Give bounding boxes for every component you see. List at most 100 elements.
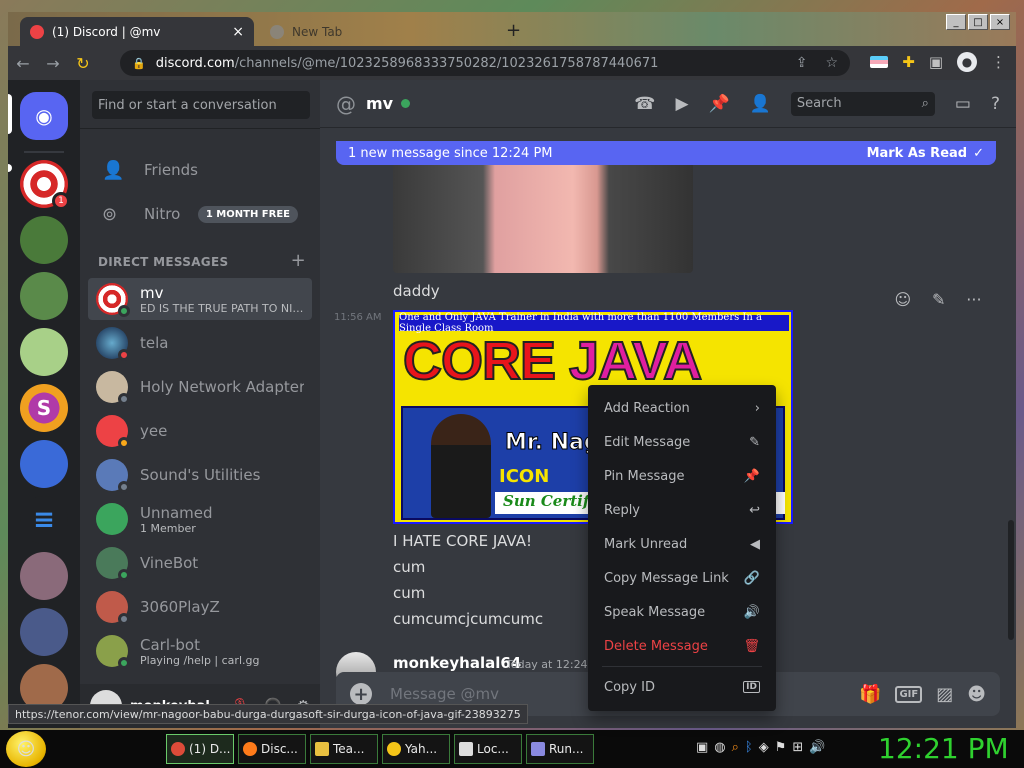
reload-icon[interactable]: ↻ bbox=[68, 54, 98, 73]
guild-icon[interactable]: S bbox=[20, 384, 68, 432]
mention-badge: 1 bbox=[52, 192, 70, 210]
task-button[interactable]: Yah... bbox=[382, 734, 450, 764]
discord-app: ◉ 1 S ≡ Find or start a conversation 👤 F… bbox=[8, 80, 1016, 728]
new-messages-bar[interactable]: 1 new message since 12:24 PM Mark As Rea… bbox=[336, 141, 996, 165]
new-tab-icon[interactable]: + bbox=[506, 20, 521, 41]
edit-icon[interactable]: ✎ bbox=[932, 290, 945, 309]
menu-item-pin-message[interactable]: Pin Message 📌 bbox=[596, 459, 768, 493]
bookmark-star-icon[interactable]: ☆ bbox=[825, 55, 838, 71]
run-icon bbox=[531, 742, 545, 756]
close-window-button[interactable]: × bbox=[990, 14, 1010, 30]
search-icon[interactable]: ⌕ bbox=[732, 740, 739, 755]
tray-app-icon[interactable]: ▣ bbox=[696, 740, 708, 755]
menu-item-copy-id[interactable]: Copy ID ID bbox=[596, 670, 768, 704]
menu-item-mark-unread[interactable]: Mark Unread ◀ bbox=[596, 527, 768, 561]
sticker-icon[interactable]: ▨ bbox=[936, 684, 953, 705]
video-call-icon[interactable]: ▶ bbox=[675, 94, 688, 114]
create-dm-icon[interactable]: + bbox=[291, 250, 306, 271]
share-icon[interactable]: ⇪ bbox=[796, 55, 808, 71]
dm-item[interactable]: Unnamed 1 Member bbox=[88, 498, 312, 540]
guild-icon[interactable]: ≡ bbox=[20, 496, 68, 544]
clock[interactable]: 12:21 PM bbox=[878, 732, 1009, 765]
status-online-icon bbox=[118, 657, 130, 669]
close-icon[interactable]: × bbox=[232, 24, 244, 40]
gift-icon[interactable]: 🎁 bbox=[859, 684, 881, 705]
volume-icon[interactable]: 🔊 bbox=[809, 740, 825, 755]
task-button[interactable]: (1) D... bbox=[166, 734, 234, 764]
dm-item[interactable]: Holy Network Adapter bbox=[88, 366, 312, 408]
link-icon: 🔗 bbox=[743, 570, 760, 586]
menu-item-add-reaction[interactable]: Add Reaction › bbox=[596, 391, 768, 425]
emoji-icon[interactable]: ☻ bbox=[967, 684, 986, 705]
message-text: daddy bbox=[393, 282, 440, 300]
steam-icon[interactable]: ◍ bbox=[714, 740, 725, 755]
notepad-icon bbox=[459, 742, 473, 756]
gif-icon[interactable]: GIF bbox=[895, 685, 923, 703]
guild-icon[interactable] bbox=[20, 272, 68, 320]
network-icon[interactable]: ⊞ bbox=[792, 740, 803, 755]
firefox-icon bbox=[243, 742, 257, 756]
trans-flag-extension-icon[interactable] bbox=[870, 56, 889, 68]
forward-icon[interactable]: → bbox=[38, 54, 68, 73]
dm-item[interactable]: 3060PlayZ bbox=[88, 586, 312, 628]
chrome-favicon-icon bbox=[270, 24, 284, 39]
speaker-icon: 🔊 bbox=[743, 604, 760, 620]
menu-icon[interactable]: ⋮ bbox=[991, 53, 1006, 71]
sidebar-item-friends[interactable]: 👤 Friends bbox=[88, 149, 312, 191]
avatar bbox=[96, 635, 130, 669]
friends-label: Friends bbox=[144, 161, 198, 179]
side-panel-icon[interactable]: ▣ bbox=[929, 53, 943, 71]
menu-item-delete-message[interactable]: Delete Message 🗑 bbox=[596, 629, 768, 663]
app-icon[interactable]: ◈ bbox=[759, 740, 769, 755]
dm-item[interactable]: Carl-bot Playing /help | carl.gg bbox=[88, 630, 312, 672]
minimize-button[interactable]: _ bbox=[946, 14, 966, 30]
profile-icon[interactable]: ● bbox=[957, 52, 977, 72]
flag-icon[interactable]: ⚑ bbox=[775, 740, 787, 755]
help-icon[interactable]: ? bbox=[991, 94, 1000, 114]
voice-call-icon[interactable]: ☎ bbox=[634, 94, 655, 114]
dm-item[interactable]: Sound's Utilities bbox=[88, 454, 312, 496]
guild-icon[interactable] bbox=[20, 328, 68, 376]
pin-icon[interactable]: 📌 bbox=[709, 94, 730, 114]
add-reaction-icon[interactable]: ☺ bbox=[894, 290, 911, 309]
find-conversation-input[interactable]: Find or start a conversation bbox=[92, 91, 310, 119]
dm-item[interactable]: mv ED IS THE TRUE PATH TO NIR... bbox=[88, 278, 312, 320]
task-button[interactable]: Loc... bbox=[454, 734, 522, 764]
puzzle-icon[interactable]: ✚ bbox=[902, 53, 915, 71]
task-button[interactable]: Tea... bbox=[310, 734, 378, 764]
maximize-button[interactable]: □ bbox=[968, 14, 988, 30]
start-smiley-icon[interactable]: ☺ bbox=[6, 731, 46, 767]
inbox-icon[interactable]: ▭ bbox=[955, 94, 971, 114]
address-bar[interactable]: 🔒 discord.com /channels/@me/102325896833… bbox=[120, 50, 850, 76]
menu-item-speak-message[interactable]: Speak Message 🔊 bbox=[596, 595, 768, 629]
status-online-icon bbox=[401, 99, 411, 108]
message-author[interactable]: monkeyhalal64 bbox=[393, 654, 521, 672]
dm-item[interactable]: VineBot bbox=[88, 542, 312, 584]
menu-item-edit-message[interactable]: Edit Message ✎ bbox=[596, 425, 768, 459]
search-input[interactable]: Search ⌕ bbox=[790, 91, 935, 116]
menu-item-reply[interactable]: Reply ↩ bbox=[596, 493, 768, 527]
url-host: discord.com bbox=[155, 55, 235, 71]
menu-item-copy-message-link[interactable]: Copy Message Link 🔗 bbox=[596, 561, 768, 595]
gif-attachment[interactable] bbox=[393, 165, 693, 273]
mark-as-read-button[interactable]: Mark As Read bbox=[867, 146, 968, 161]
guild-icon[interactable] bbox=[20, 440, 68, 488]
bluetooth-icon[interactable]: ᛒ bbox=[745, 740, 753, 755]
task-button[interactable]: Run... bbox=[526, 734, 594, 764]
task-button[interactable]: Disc... bbox=[238, 734, 306, 764]
guild-icon[interactable] bbox=[20, 608, 68, 656]
guild-icon[interactable] bbox=[20, 216, 68, 264]
discord-home-icon[interactable]: ◉ bbox=[20, 92, 68, 140]
tab-new-tab[interactable]: New Tab bbox=[260, 17, 490, 46]
message-input[interactable]: Message @mv bbox=[390, 685, 499, 703]
tab-discord[interactable]: (1) Discord | @mv × bbox=[20, 17, 254, 46]
upload-plus-icon[interactable]: + bbox=[350, 683, 372, 705]
more-icon[interactable]: ··· bbox=[966, 290, 981, 309]
dm-item[interactable]: tela bbox=[88, 322, 312, 364]
guild-icon[interactable] bbox=[20, 552, 68, 600]
add-friend-icon[interactable]: 👤 bbox=[750, 94, 771, 114]
back-icon[interactable]: ← bbox=[8, 54, 38, 73]
scrollbar[interactable] bbox=[1008, 520, 1014, 640]
sidebar-item-nitro[interactable]: ⊚ Nitro 1 MONTH FREE bbox=[88, 193, 312, 235]
dm-item[interactable]: yee bbox=[88, 410, 312, 452]
